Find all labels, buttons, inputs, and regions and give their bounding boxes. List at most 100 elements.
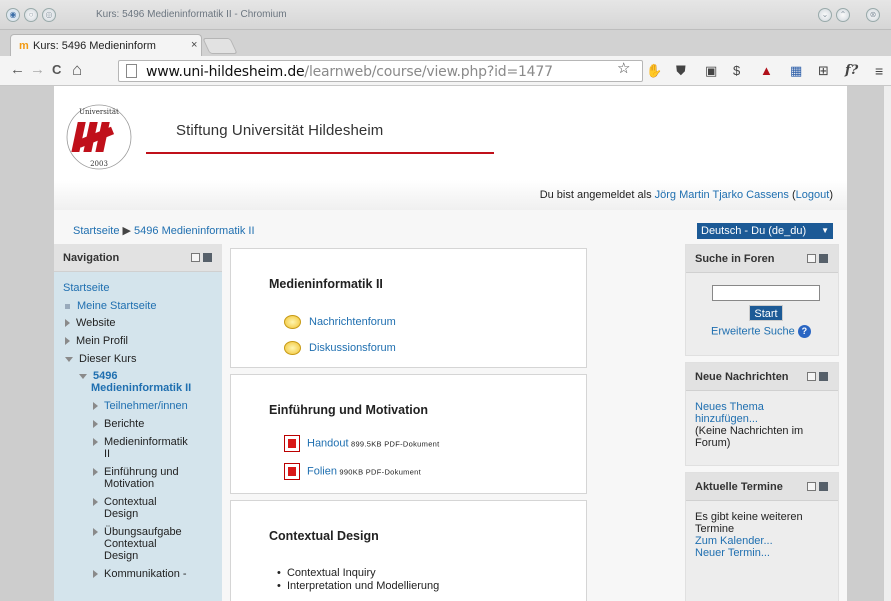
expand-arrow-icon <box>93 468 98 477</box>
forum-icon <box>284 341 301 355</box>
nav-section-einfuehrung[interactable]: Einführung und <box>93 466 179 478</box>
list-item: • Contextual Inquiry <box>277 567 376 579</box>
course-section-3: Contextual Design • Contextual Inquiry •… <box>230 500 587 601</box>
moodle-page: Universität 2003 Stiftung Universität Hi… <box>54 86 847 601</box>
extension-pocket-icon[interactable]: ⛊ <box>676 63 686 79</box>
breadcrumb-separator: ▶ <box>119 225 135 237</box>
window-maximize-button[interactable]: ◎ <box>42 8 56 22</box>
forum-icon <box>284 315 301 329</box>
expand-arrow-icon <box>93 528 98 537</box>
nav-section-contextual[interactable]: Contextual <box>93 496 157 508</box>
collapse-block-icon[interactable] <box>191 253 200 262</box>
forum-search-input[interactable] <box>712 285 820 301</box>
nav-current-course-name[interactable]: Medieninformatik II <box>91 382 191 394</box>
nav-reports[interactable]: Berichte <box>93 418 144 430</box>
help-icon[interactable]: ? <box>797 325 811 338</box>
extension-dollar-icon[interactable]: $ <box>733 63 740 79</box>
advanced-search-link[interactable]: Erweiterte Suche <box>711 325 795 337</box>
activity-forum-news[interactable]: Nachrichtenforum <box>284 315 396 329</box>
site-name: Stiftung Universität Hildesheim <box>176 122 384 139</box>
search-forums-block: Suche in Foren Start Erweiterte Suche ? <box>685 244 839 356</box>
window-collapse-button[interactable]: ⌄ <box>818 8 832 22</box>
nav-section-einfuehrung-line2: Motivation <box>104 478 155 490</box>
svg-text:2003: 2003 <box>90 160 108 168</box>
window-expand-button[interactable]: ⌃ <box>836 8 850 22</box>
new-event-link[interactable]: Neuer Termin... <box>695 547 770 559</box>
resource-slides[interactable]: Folien 990KB PDF-Dokument <box>284 463 421 480</box>
nav-section-kommunikation[interactable]: Kommunikation - <box>93 568 187 580</box>
nav-section-uebung-line2: Contextual <box>104 538 157 550</box>
navigation-block: Navigation Startseite Meine Startseite W… <box>54 244 222 601</box>
news-title: Neue Nachrichten <box>695 371 789 383</box>
resource-handout[interactable]: Handout 899.5KB PDF-Dokument <box>284 435 440 452</box>
search-start-button[interactable]: Start <box>749 305 783 321</box>
window-minimize-button[interactable]: ○ <box>24 8 38 22</box>
no-news-text: (Keine Nachrichten im Forum) <box>695 425 804 449</box>
bookmark-star-icon[interactable]: ☆ <box>617 61 630 77</box>
forward-button[interactable]: → <box>30 62 45 78</box>
pdf-icon <box>284 435 300 452</box>
collapse-arrow-icon <box>79 373 87 379</box>
dock-block-icon[interactable] <box>203 253 212 262</box>
page-icon <box>126 64 137 78</box>
dock-block-icon[interactable] <box>819 482 828 491</box>
no-events-text: Es gibt keine weiteren Termine <box>695 511 803 535</box>
extension-hand-icon[interactable]: ✋ <box>646 63 662 79</box>
file-meta: 899.5KB PDF-Dokument <box>348 439 440 449</box>
chromium-icon: ◉ <box>6 8 20 22</box>
add-topic-link[interactable]: Neues Thema hinzufügen... <box>695 401 764 425</box>
nav-website[interactable]: Website <box>65 317 116 329</box>
breadcrumb-course-link[interactable]: 5496 Medieninformatik II <box>134 225 254 237</box>
nav-my-home-link[interactable]: Meine Startseite <box>77 300 156 312</box>
extension-puzzle-icon[interactable]: ⊞ <box>818 63 829 79</box>
expand-arrow-icon <box>93 438 98 447</box>
browser-toolbar: ← → C ⌂ www.uni-hildesheim.de/learnweb/c… <box>0 56 891 86</box>
nav-section-medieninformatik[interactable]: Medieninformatik <box>93 436 188 448</box>
news-header: Neue Nachrichten <box>686 363 838 391</box>
back-button[interactable]: ← <box>10 62 25 78</box>
nav-section-uebung[interactable]: Übungsaufgabe <box>93 526 182 538</box>
section-title: Contextual Design <box>269 529 379 543</box>
login-info-bar: Du bist angemeldet als Jörg Martin Tjark… <box>54 180 847 210</box>
new-tab-button[interactable] <box>202 38 238 54</box>
nav-current-course[interactable]: 5496 <box>79 370 117 382</box>
user-profile-link[interactable]: Jörg Martin Tjarko Cassens <box>655 189 789 201</box>
language-select[interactable]: Deutsch - Du (de_du) ▼ <box>697 223 833 239</box>
nav-participants[interactable]: Teilnehmer/innen <box>93 400 188 412</box>
events-block: Aktuelle Termine Es gibt keine weiteren T… <box>685 472 839 601</box>
nav-this-course[interactable]: Dieser Kurs <box>65 353 136 365</box>
address-bar[interactable]: www.uni-hildesheim.de/learnweb/course/vi… <box>118 60 643 82</box>
nav-section-uebung-line3: Design <box>104 550 139 562</box>
login-info: Du bist angemeldet als Jörg Martin Tjark… <box>539 189 833 201</box>
window-close-button[interactable]: ⊗ <box>866 8 880 22</box>
tab-course[interactable]: m Kurs: 5496 Medieninform × <box>10 34 202 56</box>
reload-button[interactable]: C <box>52 62 61 78</box>
home-button[interactable]: ⌂ <box>72 61 82 78</box>
events-title: Aktuelle Termine <box>695 481 783 493</box>
list-item: • Interpretation und Modellierung <box>277 580 440 592</box>
extension-function-icon[interactable]: f? <box>845 63 858 79</box>
expand-arrow-icon <box>93 420 98 429</box>
nav-home-link[interactable]: Startseite <box>63 282 109 294</box>
collapse-block-icon[interactable] <box>807 372 816 381</box>
site-header: Universität 2003 Stiftung Universität Hi… <box>54 86 847 180</box>
extension-badge-icon[interactable]: ▦ <box>790 63 802 79</box>
calendar-link[interactable]: Zum Kalender... <box>695 535 773 547</box>
nav-my-profile[interactable]: Mein Profil <box>65 335 128 347</box>
page-scrollbar[interactable] <box>883 86 891 601</box>
collapse-block-icon[interactable] <box>807 482 816 491</box>
extension-screenshot-icon[interactable]: ▣ <box>705 63 717 79</box>
collapse-block-icon[interactable] <box>807 254 816 263</box>
logout-link[interactable]: Logout <box>796 189 830 201</box>
extension-hat-icon[interactable]: ▲ <box>760 63 773 79</box>
web-content: Universität 2003 Stiftung Universität Hi… <box>0 86 883 601</box>
tab-close-icon[interactable]: × <box>191 39 197 51</box>
course-section-1: Medieninformatik II Nachrichtenforum Dis… <box>230 248 587 368</box>
file-meta: 990KB PDF-Dokument <box>336 467 422 477</box>
dock-block-icon[interactable] <box>819 372 828 381</box>
activity-forum-discussion[interactable]: Diskussionsforum <box>284 341 396 355</box>
breadcrumb-home-link[interactable]: Startseite <box>73 225 119 237</box>
expand-arrow-icon <box>93 570 98 579</box>
dock-block-icon[interactable] <box>819 254 828 263</box>
menu-icon[interactable]: ≡ <box>875 63 883 79</box>
